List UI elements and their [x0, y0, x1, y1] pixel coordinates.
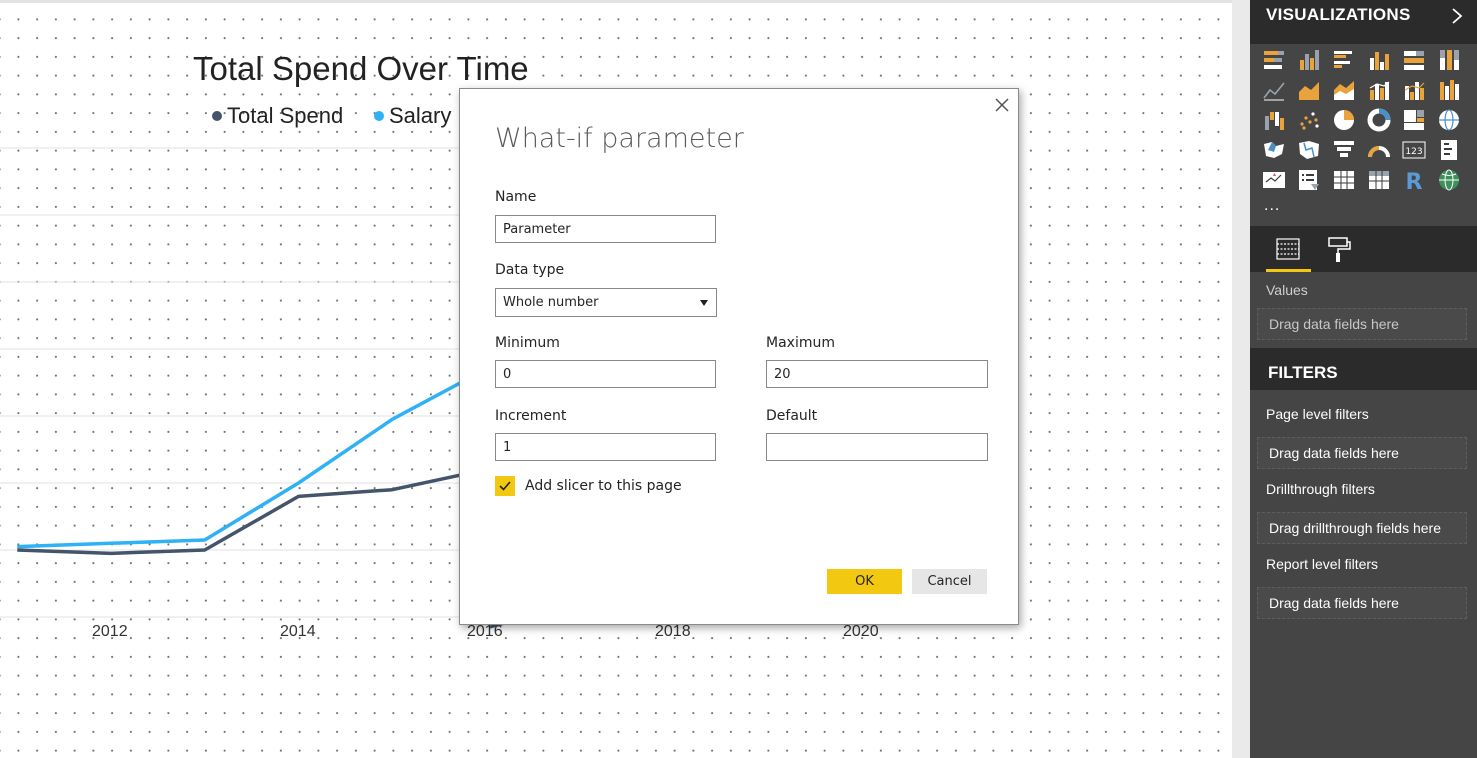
kpi-icon[interactable] [1262, 168, 1286, 192]
funnel-icon[interactable] [1332, 138, 1356, 162]
line-and-clustered-column-icon[interactable] [1402, 78, 1426, 102]
filled-map-icon[interactable] [1262, 138, 1286, 162]
line-chart-icon[interactable] [1262, 78, 1286, 102]
checkmark-icon [499, 481, 511, 491]
page-filters-dropzone[interactable]: Drag data fields here [1257, 437, 1467, 469]
filters-title: FILTERS [1268, 363, 1338, 382]
data-type-select[interactable]: Whole number [495, 288, 717, 317]
arcgis-map-icon[interactable] [1437, 168, 1461, 192]
format-paint-roller-icon[interactable] [1326, 234, 1352, 264]
treemap-icon[interactable] [1402, 108, 1426, 132]
100-percent-stacked-bar-icon[interactable] [1402, 48, 1426, 72]
page-level-filters-label: Page level filters [1266, 406, 1369, 422]
stacked-bar-chart-icon[interactable] [1262, 48, 1286, 72]
card-icon[interactable]: 123 [1402, 138, 1426, 162]
series-line-salary[interactable] [17, 367, 487, 549]
maximum-label: Maximum [766, 335, 835, 351]
visualizations-header: VISUALIZATIONS [1250, 0, 1477, 44]
data-type-label: Data type [495, 262, 565, 278]
matrix-icon[interactable] [1367, 168, 1391, 192]
data-type-value: Whole number [503, 295, 599, 310]
scatter-chart-icon[interactable] [1297, 108, 1321, 132]
x-tick-label: 2020 [843, 623, 879, 640]
donut-chart-icon[interactable] [1367, 108, 1391, 132]
line-and-stacked-column-icon[interactable] [1367, 78, 1391, 102]
increment-input[interactable] [495, 433, 716, 461]
default-input[interactable] [766, 433, 988, 461]
x-tick-label: 2012 [92, 623, 128, 640]
area-chart-icon[interactable] [1297, 78, 1321, 102]
report-level-filters-label: Report level filters [1266, 556, 1379, 572]
report-filters-dropzone[interactable]: Drag data fields here [1257, 587, 1467, 619]
values-label: Values [1266, 282, 1308, 298]
visualizations-title: VISUALIZATIONS [1266, 5, 1411, 24]
clustered-bar-chart-icon[interactable] [1332, 48, 1356, 72]
more-visuals-button[interactable]: ... [1264, 197, 1280, 215]
default-label: Default [766, 408, 818, 424]
clustered-column-chart-icon[interactable] [1367, 48, 1391, 72]
canvas-pane-gap [1232, 0, 1250, 758]
minimum-input[interactable] [495, 360, 716, 388]
dropdown-arrow-icon [700, 299, 708, 306]
minimum-label: Minimum [495, 335, 560, 351]
close-icon[interactable] [992, 95, 1012, 115]
gauge-icon[interactable] [1367, 138, 1391, 162]
table-icon[interactable] [1332, 168, 1356, 192]
chevron-right-icon[interactable] [1451, 7, 1463, 25]
fields-tab-icon[interactable] [1275, 234, 1301, 264]
pie-chart-icon[interactable] [1332, 108, 1356, 132]
cancel-button[interactable]: Cancel [912, 569, 987, 594]
multi-row-card-icon[interactable] [1437, 138, 1461, 162]
svg-text:R: R [1406, 170, 1423, 192]
waterfall-chart-icon[interactable] [1262, 108, 1286, 132]
increment-label: Increment [495, 408, 567, 424]
name-label: Name [495, 189, 537, 205]
active-tab-indicator [1266, 269, 1311, 272]
x-tick-label: 2014 [280, 623, 316, 640]
stacked-column-chart-icon[interactable] [1297, 48, 1321, 72]
slicer-icon[interactable] [1297, 168, 1321, 192]
shape-map-icon[interactable] [1297, 138, 1321, 162]
filters-header: FILTERS [1250, 348, 1477, 390]
add-slicer-checkbox[interactable] [495, 476, 515, 496]
drillthrough-filters-label: Drillthrough filters [1266, 481, 1375, 497]
add-slicer-label: Add slicer to this page [525, 478, 682, 494]
r-visual-icon[interactable]: R [1402, 168, 1426, 192]
map-icon[interactable] [1437, 108, 1461, 132]
what-if-parameter-dialog: What-if parameter Name Data type Whole n… [459, 88, 1019, 625]
drillthrough-dropzone[interactable]: Drag drillthrough fields here [1257, 512, 1467, 544]
maximum-input[interactable] [766, 360, 988, 388]
values-dropzone[interactable]: Drag data fields here [1257, 308, 1467, 340]
stacked-area-chart-icon[interactable] [1332, 78, 1356, 102]
ribbon-chart-icon[interactable] [1437, 78, 1461, 102]
dialog-title: What-if parameter [495, 123, 744, 154]
pane-tabs [1250, 226, 1477, 272]
name-input[interactable] [495, 215, 716, 243]
svg-text:123: 123 [1405, 147, 1422, 157]
100-percent-stacked-column-icon[interactable] [1437, 48, 1461, 72]
ok-button[interactable]: OK [827, 569, 902, 594]
right-pane: VISUALIZATIONS 123 R ... Values Drag data… [1250, 0, 1477, 758]
